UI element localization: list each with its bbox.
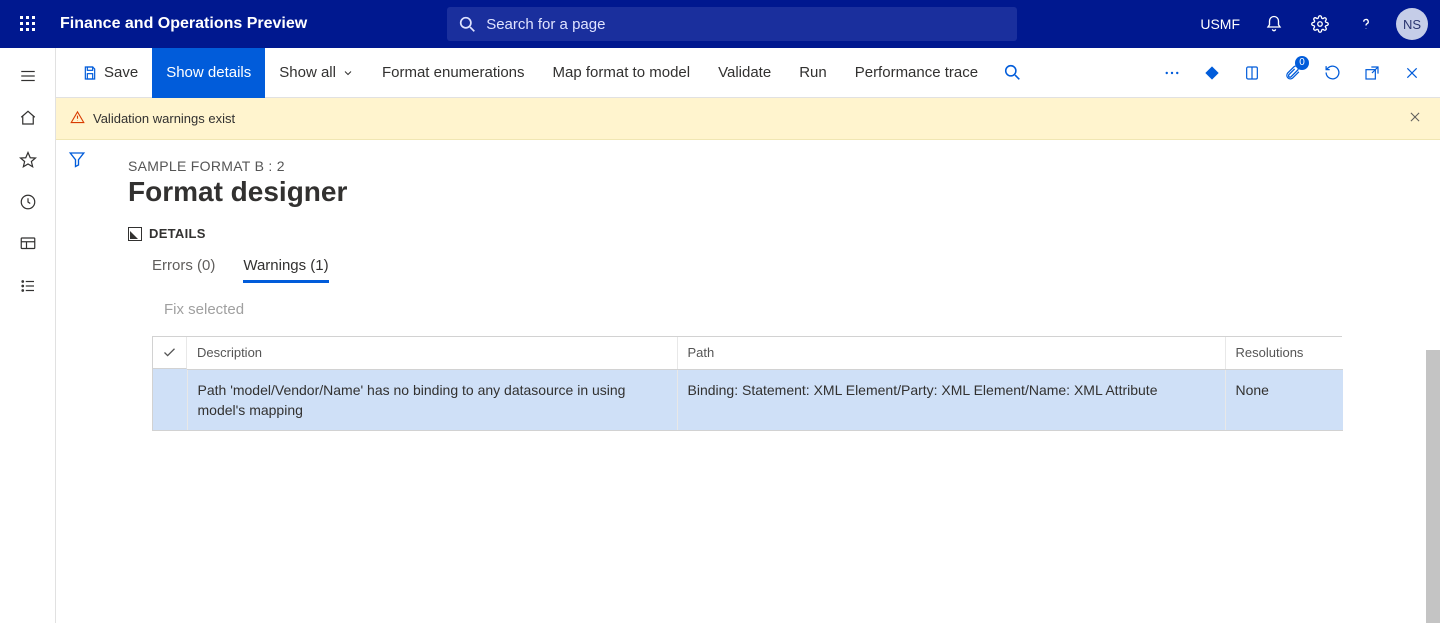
app-launcher-icon[interactable] xyxy=(8,0,48,48)
performance-trace-label: Performance trace xyxy=(855,64,978,81)
warning-icon xyxy=(70,110,85,128)
toolbar: Save Show details Show all Format enumer… xyxy=(56,48,1440,98)
hamburger-icon[interactable] xyxy=(4,56,52,96)
validate-label: Validate xyxy=(718,64,771,81)
tab-warnings[interactable]: Warnings (1) xyxy=(243,257,328,283)
popout-icon[interactable] xyxy=(1352,48,1392,98)
save-label: Save xyxy=(104,64,138,81)
scrollbar-thumb[interactable] xyxy=(1426,350,1440,623)
modules-icon[interactable] xyxy=(4,266,52,306)
refresh-icon[interactable] xyxy=(1312,48,1352,98)
cell-description: Path 'model/Vendor/Name' has no binding … xyxy=(187,369,677,431)
company-label[interactable]: USMF xyxy=(1200,16,1240,32)
tab-errors[interactable]: Errors (0) xyxy=(152,257,215,283)
page-title: Format designer xyxy=(128,176,1410,208)
save-icon xyxy=(82,65,98,81)
content: SAMPLE FORMAT B : 2 Format designer DETA… xyxy=(98,140,1440,623)
recent-icon[interactable] xyxy=(4,182,52,222)
topbar: Finance and Operations Preview USMF xyxy=(0,0,1440,48)
filter-icon[interactable] xyxy=(68,150,86,623)
header-path[interactable]: Path xyxy=(677,337,1225,369)
collapse-icon xyxy=(128,227,142,241)
details-label: DETAILS xyxy=(149,226,206,241)
header-description[interactable]: Description xyxy=(187,337,677,369)
workspaces-icon[interactable] xyxy=(4,224,52,264)
attachments-icon[interactable]: 0 xyxy=(1272,48,1312,98)
breadcrumb: SAMPLE FORMAT B : 2 xyxy=(128,158,1410,174)
attachments-badge: 0 xyxy=(1295,56,1309,70)
notifications-icon[interactable] xyxy=(1254,0,1294,48)
close-icon[interactable] xyxy=(1392,48,1432,98)
banner-message: Validation warnings exist xyxy=(93,111,235,126)
select-all-header[interactable] xyxy=(153,337,187,369)
cell-resolutions: None xyxy=(1225,369,1343,431)
performance-trace-button[interactable]: Performance trace xyxy=(841,48,992,98)
show-all-button[interactable]: Show all xyxy=(265,48,368,98)
toolbar-search-icon[interactable] xyxy=(992,48,1032,98)
format-enumerations-button[interactable]: Format enumerations xyxy=(368,48,539,98)
save-button[interactable]: Save xyxy=(68,48,152,98)
row-selector[interactable] xyxy=(153,369,187,431)
tabs: Errors (0) Warnings (1) xyxy=(152,257,1410,283)
map-format-button[interactable]: Map format to model xyxy=(539,48,705,98)
search-box[interactable] xyxy=(447,7,1017,41)
show-details-button[interactable]: Show details xyxy=(152,48,265,98)
navrail xyxy=(0,48,56,623)
map-format-label: Map format to model xyxy=(553,64,691,81)
checkmark-icon xyxy=(162,345,177,360)
favorites-icon[interactable] xyxy=(4,140,52,180)
chevron-down-icon xyxy=(342,67,354,79)
help-icon[interactable] xyxy=(1346,0,1386,48)
show-all-label: Show all xyxy=(279,64,336,81)
table-header: Description Path Resolutions xyxy=(153,337,1343,369)
validation-banner: Validation warnings exist xyxy=(56,98,1440,140)
header-resolutions[interactable]: Resolutions xyxy=(1225,337,1343,369)
run-button[interactable]: Run xyxy=(785,48,841,98)
search-icon xyxy=(459,16,476,33)
settings-icon[interactable] xyxy=(1300,0,1340,48)
details-section-toggle[interactable]: DETAILS xyxy=(128,226,1410,241)
options-icon[interactable] xyxy=(1192,48,1232,98)
fix-selected-button: Fix selected xyxy=(164,301,1410,318)
table-row[interactable]: Path 'model/Vendor/Name' has no binding … xyxy=(153,369,1343,431)
home-icon[interactable] xyxy=(4,98,52,138)
run-label: Run xyxy=(799,64,827,81)
warnings-table: Description Path Resolutions Path 'model… xyxy=(152,336,1342,431)
more-icon[interactable] xyxy=(1152,48,1192,98)
show-details-label: Show details xyxy=(166,64,251,81)
vertical-scrollbar[interactable] xyxy=(1426,350,1440,623)
search-input[interactable] xyxy=(486,16,1005,33)
validate-button[interactable]: Validate xyxy=(704,48,785,98)
cell-path: Binding: Statement: XML Element/Party: X… xyxy=(677,369,1225,431)
avatar[interactable]: NS xyxy=(1396,8,1428,40)
office-icon[interactable] xyxy=(1232,48,1272,98)
app-title: Finance and Operations Preview xyxy=(60,15,307,33)
format-enumerations-label: Format enumerations xyxy=(382,64,525,81)
banner-close-icon[interactable] xyxy=(1404,106,1426,131)
